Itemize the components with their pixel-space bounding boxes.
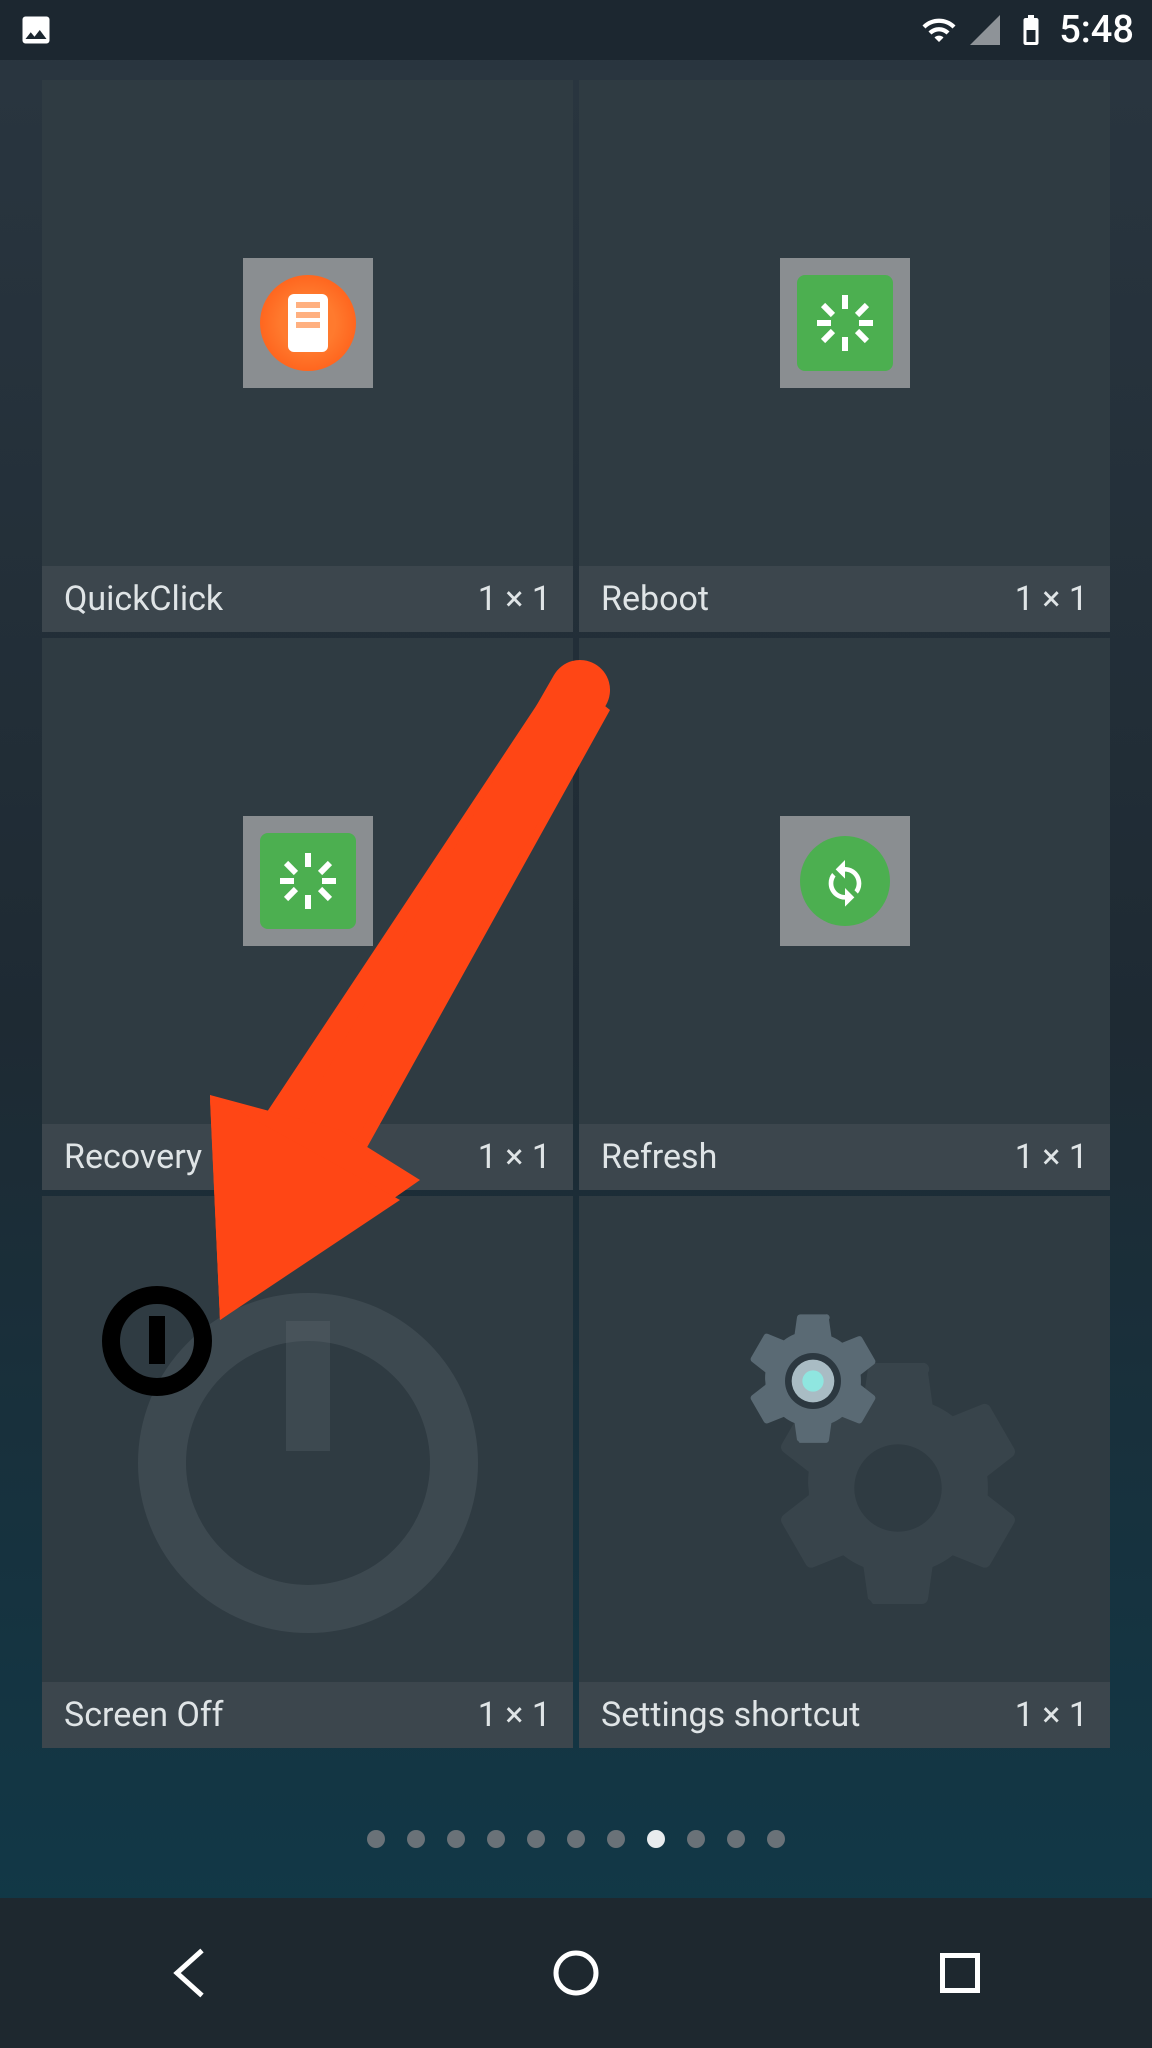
refresh-icon <box>800 836 890 926</box>
navigation-bar <box>0 1898 1152 2048</box>
widget-size: 1 × 1 <box>1015 579 1088 619</box>
recovery-icon <box>260 833 356 929</box>
home-button[interactable] <box>539 1936 613 2010</box>
widget-size: 1 × 1 <box>478 1137 551 1177</box>
back-button[interactable] <box>155 1936 229 2010</box>
widget-size: 1 × 1 <box>478 579 551 619</box>
widget-preview <box>579 1196 1110 1682</box>
battery-icon <box>1013 12 1049 48</box>
page-dot[interactable] <box>487 1830 505 1848</box>
widget-recovery[interactable]: Recovery 1 × 1 <box>42 638 573 1190</box>
page-dot[interactable] <box>727 1830 745 1848</box>
recent-apps-button[interactable] <box>923 1936 997 2010</box>
page-dot[interactable] <box>607 1830 625 1848</box>
page-dot[interactable] <box>407 1830 425 1848</box>
reboot-icon <box>797 275 893 371</box>
page-dot[interactable] <box>447 1830 465 1848</box>
page-dot[interactable] <box>767 1830 785 1848</box>
widget-label: Refresh <box>601 1137 717 1177</box>
wifi-icon <box>921 12 957 48</box>
widget-refresh[interactable]: Refresh 1 × 1 <box>579 638 1110 1190</box>
widget-label: Reboot <box>601 579 709 619</box>
widget-reboot[interactable]: Reboot 1 × 1 <box>579 80 1110 632</box>
widget-grid: QuickClick 1 × 1 <box>42 80 1110 1748</box>
page-dot[interactable] <box>367 1830 385 1848</box>
widget-label: QuickClick <box>64 579 223 619</box>
status-bar: 5:48 <box>0 0 1152 60</box>
widget-preview <box>42 638 573 1124</box>
widget-quickclick[interactable]: QuickClick 1 × 1 <box>42 80 573 632</box>
widget-preview <box>579 80 1110 566</box>
page-indicator[interactable] <box>0 1830 1152 1848</box>
status-time: 5:48 <box>1059 8 1134 52</box>
power-icon <box>102 1286 212 1396</box>
page-dot[interactable] <box>527 1830 545 1848</box>
page-dot[interactable] <box>567 1830 585 1848</box>
widget-preview <box>42 80 573 566</box>
widget-label: Settings shortcut <box>601 1695 860 1735</box>
gear-icon <box>733 1301 893 1461</box>
widget-label: Recovery <box>64 1137 202 1177</box>
widget-preview <box>579 638 1110 1124</box>
widget-size: 1 × 1 <box>478 1695 551 1735</box>
widget-size: 1 × 1 <box>1015 1695 1088 1735</box>
widget-screen-off[interactable]: Screen Off 1 × 1 <box>42 1196 573 1748</box>
signal-icon <box>967 12 1003 48</box>
widget-size: 1 × 1 <box>1015 1137 1088 1177</box>
page-dot[interactable] <box>647 1830 665 1848</box>
image-icon <box>18 12 54 48</box>
widget-settings-shortcut[interactable]: Settings shortcut 1 × 1 <box>579 1196 1110 1748</box>
widget-label: Screen Off <box>64 1695 224 1735</box>
quickclick-icon <box>260 275 356 371</box>
widget-preview <box>42 1196 573 1682</box>
page-dot[interactable] <box>687 1830 705 1848</box>
